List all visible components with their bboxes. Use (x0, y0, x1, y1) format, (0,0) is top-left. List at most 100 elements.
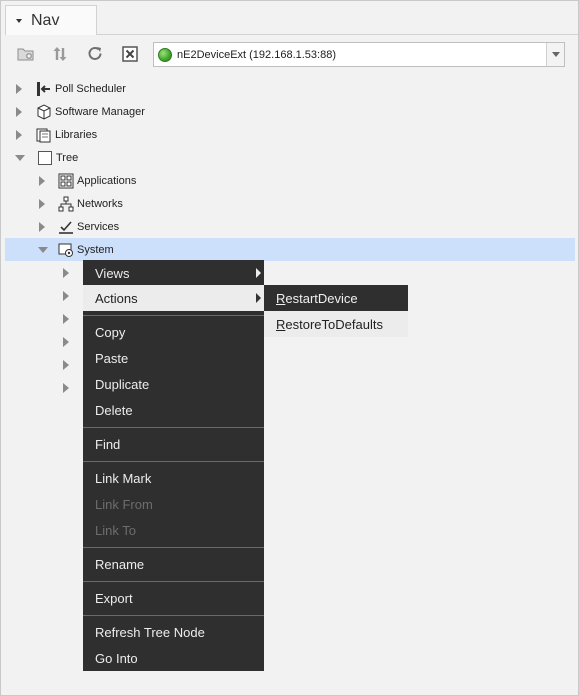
menu-item-label: Delete (95, 402, 133, 418)
refresh-button[interactable] (84, 43, 106, 65)
menu-item-find[interactable]: Find (83, 431, 264, 457)
tree-item-label: Poll Scheduler (55, 82, 126, 95)
menu-item-actions[interactable]: Actions (83, 285, 264, 311)
tree-item-label: Libraries (55, 128, 98, 141)
tree-item-label: Software Manager (55, 105, 145, 118)
context-menu: Views Actions Copy Paste Duplicate Delet… (83, 260, 264, 671)
tree-item-label: System (77, 243, 114, 256)
tree-child-row[interactable] (63, 261, 83, 284)
menu-item-label: Go Into (95, 650, 138, 666)
collapse-arrow-icon[interactable] (15, 154, 25, 161)
menu-item-copy[interactable]: Copy (83, 319, 264, 345)
station-label: nE2DeviceExt (192.168.1.53:88) (177, 48, 336, 61)
tree-item-poll-scheduler[interactable]: Poll Scheduler (1, 77, 571, 100)
chevron-down-icon[interactable] (16, 18, 22, 23)
tab-divider (97, 34, 578, 35)
networks-icon (58, 196, 74, 212)
nav-panel: Nav nE2DeviceExt (192.168.1.53:88) Poll … (0, 0, 579, 696)
menu-item-label: Paste (95, 350, 129, 366)
tree-item-services[interactable]: Services (1, 215, 571, 238)
tree-item-label: Services (77, 220, 120, 233)
libraries-icon (36, 127, 52, 143)
submenu-item-restore-to-defaults[interactable]: RestoreToDefaults (264, 311, 408, 337)
menu-item-label: Link From (95, 496, 153, 512)
new-folder-button[interactable] (15, 43, 37, 65)
tree-item-software-manager[interactable]: Software Manager (1, 100, 571, 123)
menu-separator (83, 547, 264, 548)
menu-item-link-mark[interactable]: Link Mark (83, 465, 264, 491)
submenu-item-restart-device[interactable]: RestartDevice (264, 285, 408, 311)
folder-add-icon (17, 48, 34, 61)
tree-item-networks[interactable]: Networks (1, 192, 571, 215)
menu-item-label: Copy (95, 324, 126, 340)
expand-arrow-icon[interactable] (63, 313, 69, 324)
menu-item-export[interactable]: Export (83, 585, 264, 611)
dropdown-arrow-icon[interactable] (546, 43, 564, 66)
menu-item-delete[interactable]: Delete (83, 397, 264, 423)
menu-item-label: Actions (95, 290, 138, 306)
menu-separator (83, 315, 264, 316)
software-manager-icon (36, 103, 52, 120)
expand-arrow-icon[interactable] (16, 83, 22, 94)
menu-item-refresh-tree-node[interactable]: Refresh Tree Node (83, 619, 264, 645)
menu-item-link-to: Link To (83, 517, 264, 543)
services-icon (58, 219, 74, 235)
close-button[interactable] (119, 43, 141, 65)
expand-arrow-icon[interactable] (39, 175, 45, 186)
expand-arrow-icon[interactable] (63, 290, 69, 301)
menu-separator (83, 581, 264, 582)
tree-item-applications[interactable]: Applications (1, 169, 571, 192)
sync-tree-button[interactable] (49, 43, 71, 65)
menu-item-label: Duplicate (95, 376, 150, 392)
tree-item-system[interactable]: System (5, 238, 575, 261)
tab-bar: Nav (1, 1, 578, 37)
expand-arrow-icon[interactable] (63, 359, 69, 370)
toolbar: nE2DeviceExt (192.168.1.53:88) (1, 37, 578, 71)
menu-item-go-into[interactable]: Go Into (83, 645, 264, 671)
tree-child-row[interactable] (63, 376, 83, 399)
menu-item-duplicate[interactable]: Duplicate (83, 371, 264, 397)
collapse-arrow-icon[interactable] (38, 246, 48, 253)
expand-arrow-icon[interactable] (63, 382, 69, 393)
system-icon (58, 242, 74, 258)
tree-item-libraries[interactable]: Libraries (1, 123, 571, 146)
menu-separator (83, 461, 264, 462)
station-selector[interactable]: nE2DeviceExt (192.168.1.53:88) (153, 42, 565, 67)
menu-item-label: Views (95, 265, 130, 281)
applications-icon (58, 173, 74, 189)
menu-item-rename[interactable]: Rename (83, 551, 264, 577)
tree-item-label: Tree (56, 151, 79, 164)
tree-child-row[interactable] (63, 330, 83, 353)
expand-arrow-icon[interactable] (39, 221, 45, 232)
expand-arrow-icon[interactable] (16, 129, 22, 140)
menu-item-label: Link Mark (95, 470, 152, 486)
tree-item-label: Applications (77, 174, 137, 187)
expand-arrow-icon[interactable] (63, 267, 69, 278)
tab-title: Nav (31, 11, 60, 29)
menu-item-paste[interactable]: Paste (83, 345, 264, 371)
submenu-item-label: estoreToDefaults (285, 316, 383, 332)
menu-item-label: Export (95, 590, 133, 606)
submenu-arrow-icon (256, 268, 261, 278)
menu-item-views[interactable]: Views (83, 260, 264, 286)
submenu-item-label: estartDevice (285, 290, 358, 306)
expand-arrow-icon[interactable] (16, 106, 22, 117)
refresh-icon (88, 46, 102, 60)
mnemonic-letter: R (276, 290, 286, 306)
menu-separator (83, 615, 264, 616)
expand-arrow-icon[interactable] (63, 336, 69, 347)
expand-arrow-icon[interactable] (39, 198, 45, 209)
tab-nav[interactable]: Nav (5, 5, 97, 35)
tree-child-row[interactable] (63, 284, 83, 307)
submenu-arrow-icon (256, 293, 261, 303)
tree-item-tree[interactable]: Tree (1, 146, 571, 169)
actions-submenu: RestartDevice RestoreToDefaults (264, 285, 408, 337)
menu-item-label: Find (95, 436, 121, 452)
tree-root-icon (37, 150, 53, 166)
up-down-arrows-icon (53, 47, 67, 61)
close-box-icon (122, 46, 138, 62)
tree-child-row[interactable] (63, 307, 83, 330)
menu-item-label: Link To (95, 522, 136, 538)
menu-item-label: Rename (95, 556, 145, 572)
tree-child-row[interactable] (63, 353, 83, 376)
